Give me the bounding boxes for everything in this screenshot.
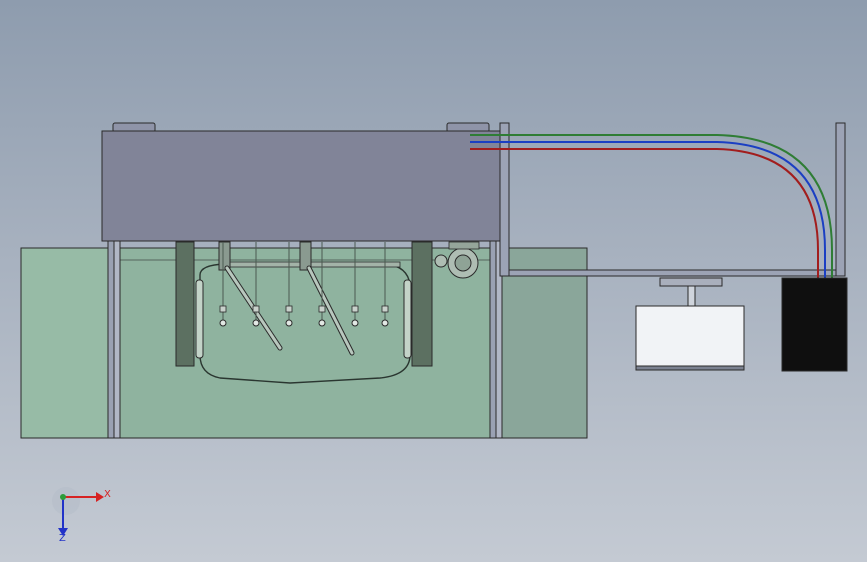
bin-stem[interactable] — [687, 285, 696, 309]
left-clamp[interactable] — [218, 241, 231, 271]
bin-base — [635, 365, 745, 371]
x-axis-arrow-icon — [96, 492, 104, 502]
bracket-left-upright[interactable] — [499, 122, 510, 277]
bin-assembly[interactable] — [635, 277, 745, 371]
left-post-outer[interactable] — [107, 239, 115, 439]
tank-left-section — [20, 247, 110, 439]
cad-viewport[interactable]: X Z — [0, 0, 867, 562]
bracket-right-upright[interactable] — [835, 122, 846, 277]
right-post-outer[interactable] — [489, 239, 497, 439]
top-housing-assembly[interactable] — [101, 122, 501, 242]
right-roller[interactable] — [403, 279, 412, 359]
triad-shadow — [52, 487, 80, 515]
left-guide-plate[interactable] — [175, 241, 195, 367]
z-axis-label: Z — [59, 533, 66, 544]
left-roller[interactable] — [195, 279, 204, 359]
model-canvas[interactable]: X Z — [0, 0, 867, 562]
bin-hanger[interactable] — [659, 277, 723, 287]
left-post-inner[interactable] — [113, 239, 121, 439]
top-housing[interactable] — [101, 130, 501, 242]
reference-triad[interactable]: X Z — [52, 487, 111, 544]
bin[interactable] — [635, 305, 745, 369]
collection-container[interactable] — [781, 277, 848, 372]
x-axis-label: X — [104, 489, 111, 500]
bracket-bottom-rail[interactable] — [508, 269, 841, 277]
y-axis-dot-icon — [60, 494, 66, 500]
right-guide-plate[interactable] — [411, 241, 433, 367]
